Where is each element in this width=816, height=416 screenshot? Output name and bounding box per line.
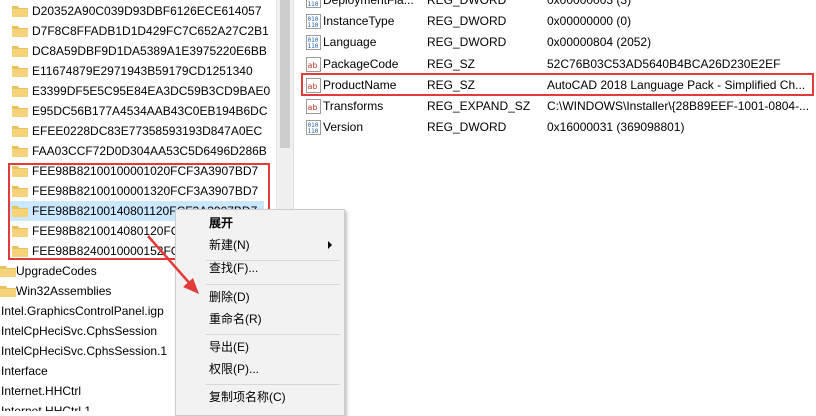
- annotation-arrow-icon: [147, 235, 199, 294]
